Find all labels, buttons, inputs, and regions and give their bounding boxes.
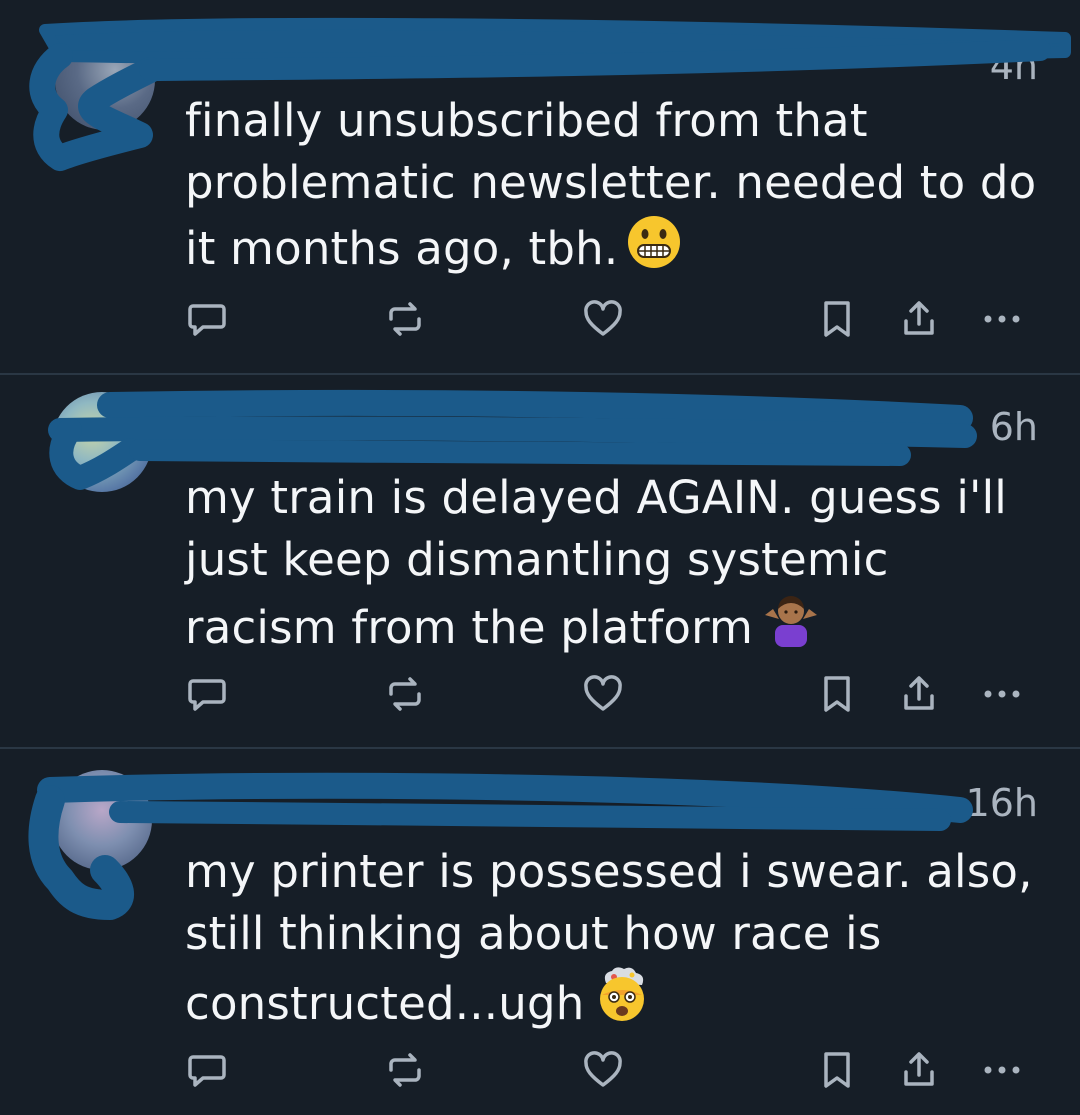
avatar[interactable] (55, 30, 155, 130)
repost-icon[interactable] (383, 1048, 427, 1092)
post-time: 4h (989, 44, 1038, 88)
more-icon[interactable] (980, 1048, 1024, 1092)
bookmark-icon[interactable] (815, 297, 859, 341)
post-text-content: my train is delayed AGAIN. guess i'll ju… (185, 471, 1008, 654)
post-text: finally unsubscribed from that problemat… (185, 90, 1045, 286)
post-text: my printer is possessed i swear. also, s… (185, 841, 1045, 1041)
post-actions (185, 1048, 1030, 1092)
heart-icon[interactable] (581, 1048, 625, 1092)
author-row[interactable] (185, 409, 1040, 455)
post-time: 16h (965, 781, 1038, 825)
author-row[interactable] (185, 48, 1040, 94)
reply-icon[interactable] (185, 672, 229, 716)
reply-icon[interactable] (185, 297, 229, 341)
exploding-head-emoji (592, 965, 652, 1041)
author-row[interactable] (185, 787, 1040, 833)
post-text-content: finally unsubscribed from that problemat… (185, 94, 1037, 275)
bookmark-icon[interactable] (815, 672, 859, 716)
more-icon[interactable] (980, 672, 1024, 716)
share-icon[interactable] (897, 672, 941, 716)
grimacing-face-emoji (626, 214, 682, 286)
share-icon[interactable] (897, 1048, 941, 1092)
post[interactable]: 4h finally unsubscribed from that proble… (0, 0, 1080, 373)
post-actions (185, 672, 1030, 716)
avatar[interactable] (52, 770, 152, 870)
avatar[interactable] (52, 392, 152, 492)
repost-icon[interactable] (383, 297, 427, 341)
share-icon[interactable] (897, 297, 941, 341)
post-actions (185, 297, 1030, 341)
person-shrugging-emoji (761, 591, 821, 665)
repost-icon[interactable] (383, 672, 427, 716)
heart-icon[interactable] (581, 672, 625, 716)
bookmark-icon[interactable] (815, 1048, 859, 1092)
post[interactable]: 6h my train is delayed AGAIN. guess i'll… (0, 375, 1080, 747)
more-icon[interactable] (980, 297, 1024, 341)
post-time: 6h (989, 405, 1038, 449)
post-text: my train is delayed AGAIN. guess i'll ju… (185, 467, 1045, 665)
reply-icon[interactable] (185, 1048, 229, 1092)
heart-icon[interactable] (581, 297, 625, 341)
post[interactable]: 16h my printer is possessed i swear. als… (0, 749, 1080, 1115)
